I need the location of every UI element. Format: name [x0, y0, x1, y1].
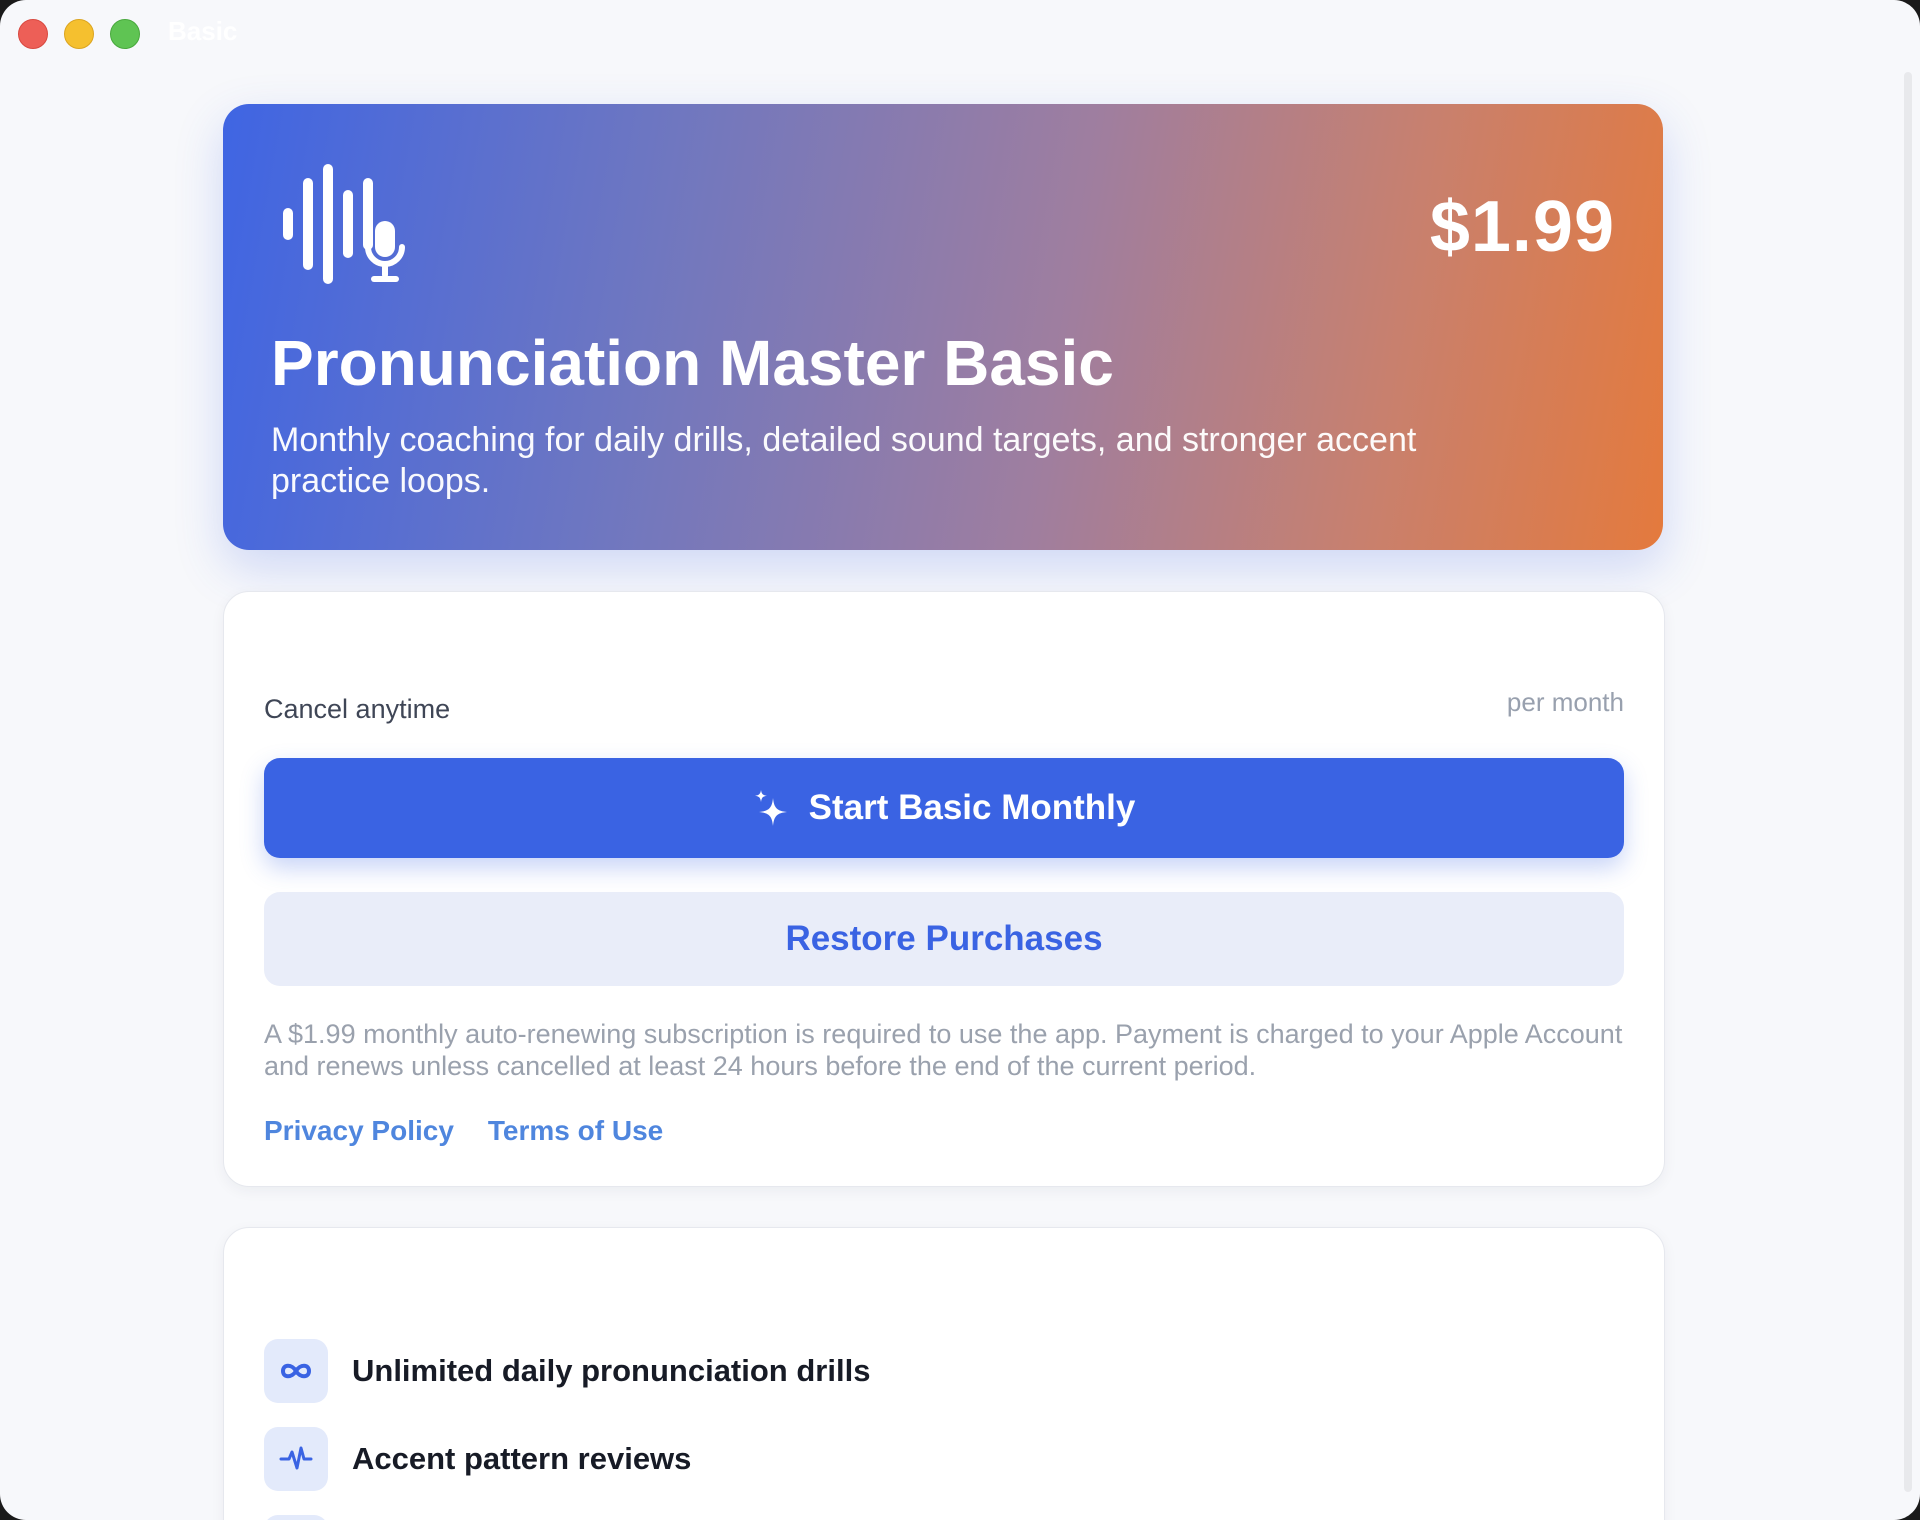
infinity-icon	[264, 1339, 328, 1403]
privacy-policy-link[interactable]: Privacy Policy	[264, 1115, 454, 1147]
scrollbar[interactable]	[1904, 72, 1912, 1492]
features-card: Unlimited daily pronunciation drills Acc…	[223, 1227, 1665, 1520]
feature-icon	[264, 1515, 328, 1520]
zoom-window-button[interactable]	[110, 19, 140, 49]
start-subscription-label: Start Basic Monthly	[808, 788, 1136, 827]
minimize-window-button[interactable]	[64, 19, 94, 49]
subscription-terms-text: A $1.99 monthly auto-renewing subscripti…	[264, 1019, 1623, 1081]
window-title: Basic	[168, 16, 238, 46]
restore-purchases-button[interactable]: Restore Purchases	[264, 892, 1624, 986]
app-window: Basic $1.99 Pronunciation Master Basic M…	[0, 0, 1920, 1520]
cancel-anytime-label: Cancel anytime	[264, 694, 451, 724]
feature-item: Unlimited daily pronunciation drills	[264, 1339, 870, 1403]
terms-of-use-link[interactable]: Terms of Use	[488, 1115, 663, 1147]
title-bar: Basic	[0, 0, 1920, 64]
sparkles-icon	[754, 790, 787, 826]
billing-period-label: per month	[1506, 687, 1624, 717]
feature-item	[264, 1515, 328, 1520]
price-label: $1.99	[1429, 187, 1615, 267]
hero-banner: $1.99 Pronunciation Master Basic Monthly…	[223, 104, 1663, 550]
waveform-pulse-icon	[264, 1427, 328, 1491]
feature-label: Accent pattern reviews	[352, 1441, 692, 1476]
feature-item: Accent pattern reviews	[264, 1427, 691, 1491]
plan-title: Pronunciation Master Basic	[271, 327, 1114, 399]
purchase-card: Cancel anytime per month Start Basic Mon…	[223, 591, 1665, 1187]
feature-label: Unlimited daily pronunciation drills	[352, 1353, 871, 1388]
close-window-button[interactable]	[18, 19, 48, 49]
start-subscription-button[interactable]: Start Basic Monthly	[264, 758, 1624, 858]
legal-links: Privacy Policy Terms of Use	[264, 1115, 663, 1147]
plan-description: Monthly coaching for daily drills, detai…	[271, 421, 1417, 500]
waveform-mic-icon	[283, 164, 405, 284]
